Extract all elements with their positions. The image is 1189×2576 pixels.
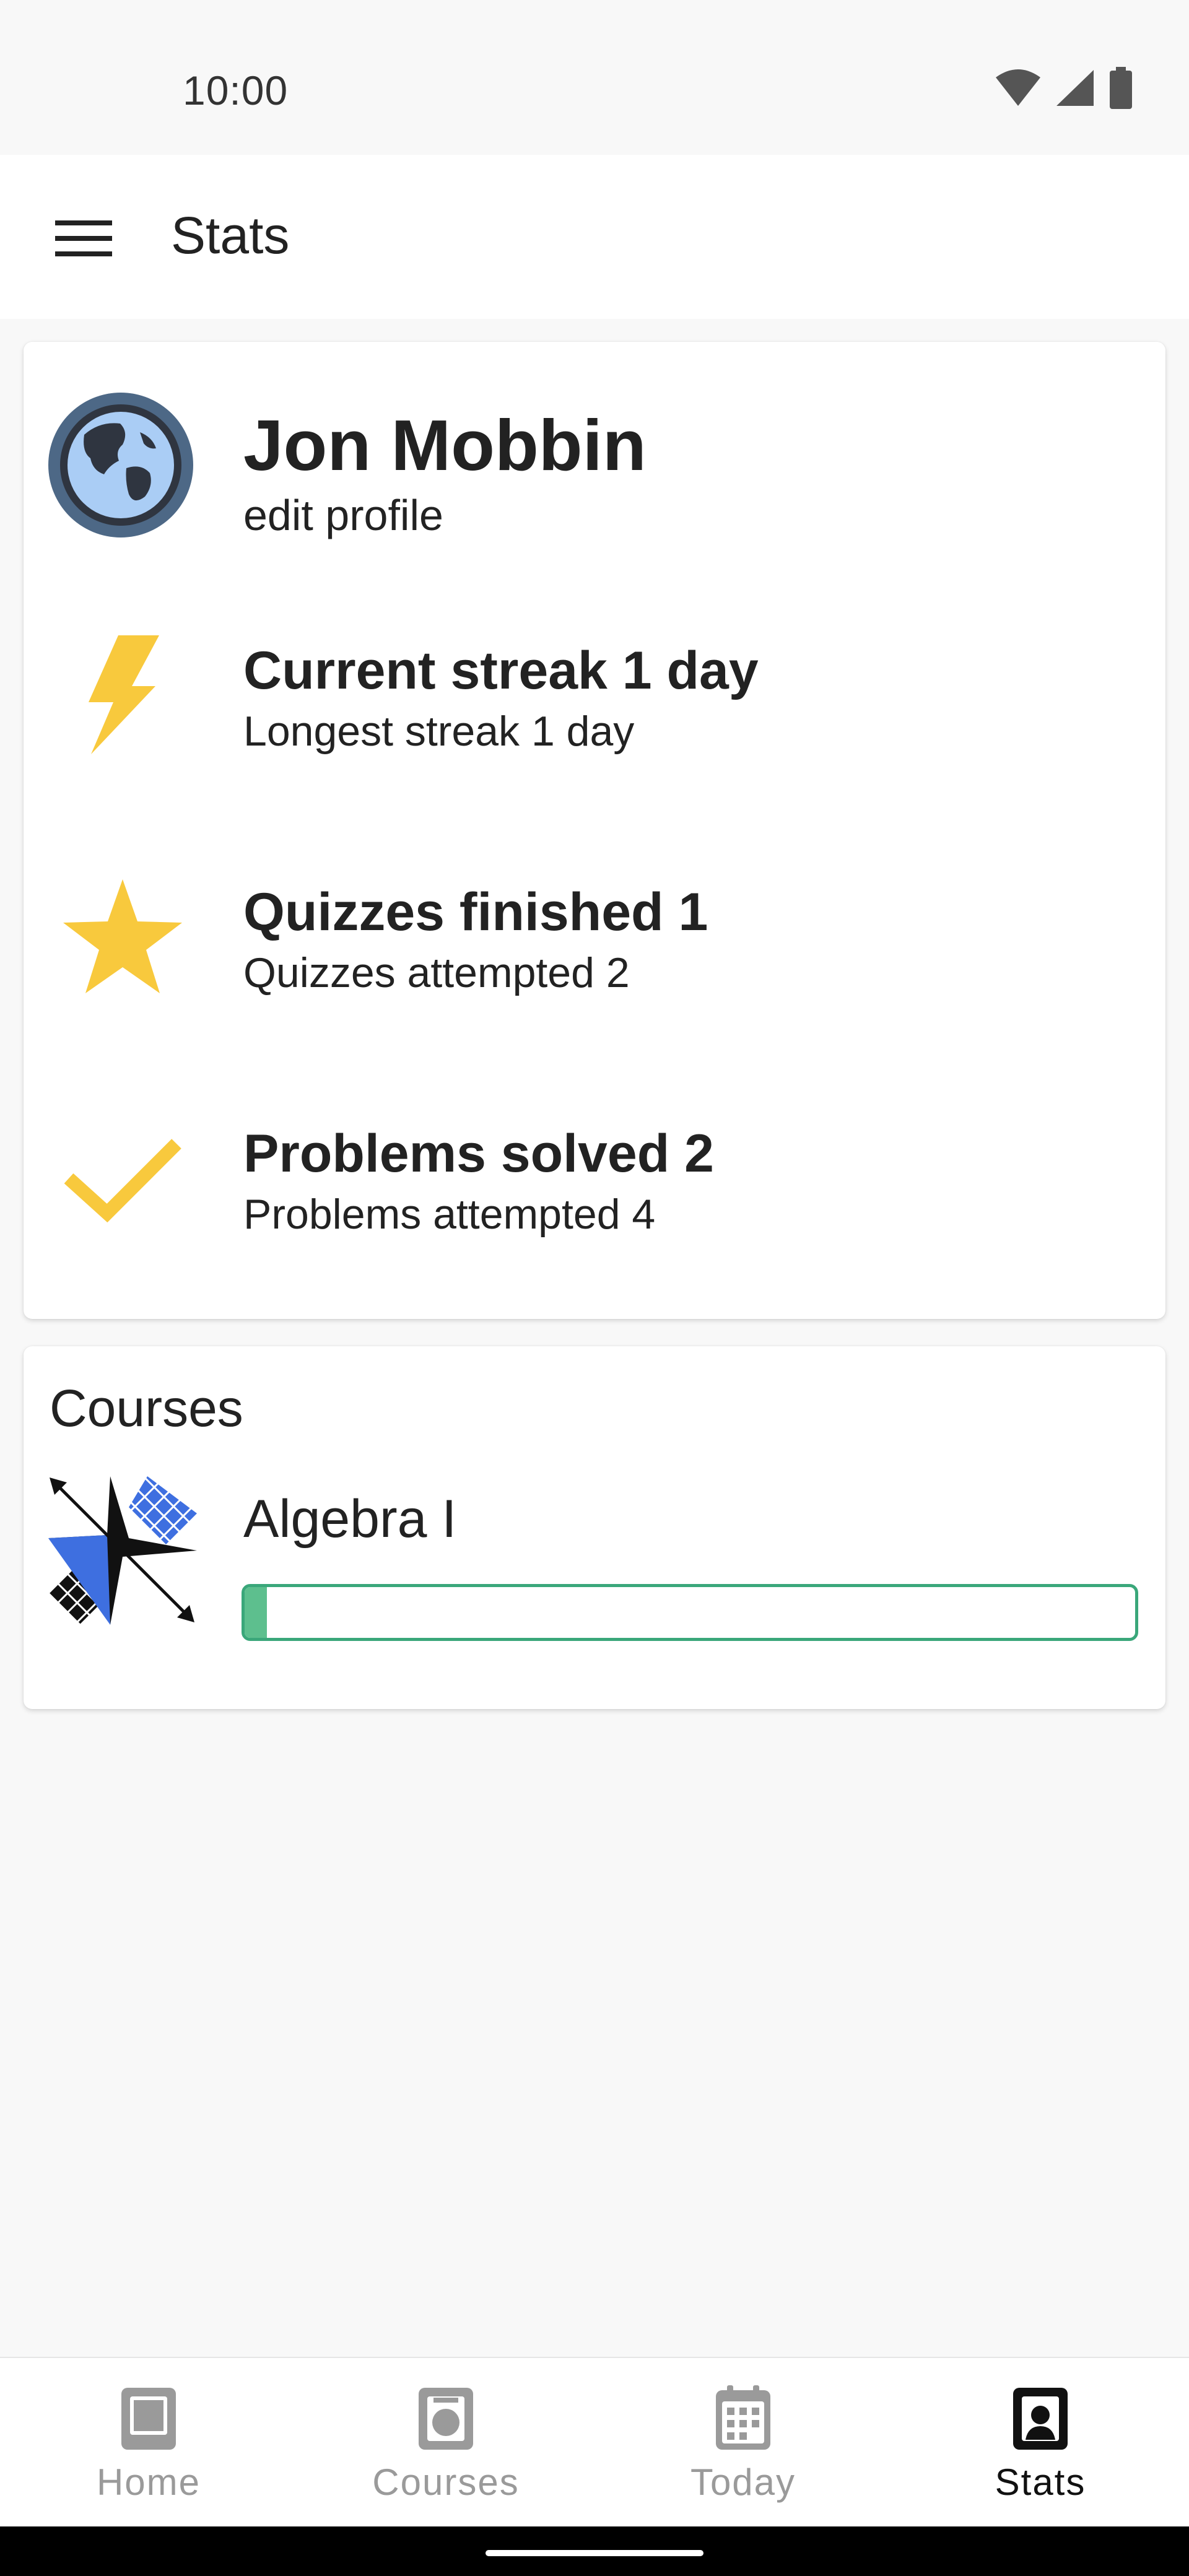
profile-card-icon: [1013, 2388, 1068, 2450]
status-time: 10:00: [183, 67, 289, 113]
status-bar: 10:00: [0, 0, 1189, 155]
tab-stats[interactable]: Stats: [892, 2358, 1189, 2526]
profile-stats-card: Jon Mobbin edit profile Current streak 1…: [24, 342, 1165, 1319]
course-progress-fill: [245, 1587, 267, 1638]
tab-courses[interactable]: Courses: [297, 2358, 594, 2526]
status-icons: [995, 67, 1133, 109]
star-icon: [54, 868, 191, 1004]
courses-card: Courses Algebra I: [24, 1346, 1165, 1709]
quizzes-stat-row: Quizzes finished 1 Quizzes attempted 2: [24, 868, 1165, 1023]
quizzes-attempted: Quizzes attempted 2: [243, 949, 630, 996]
tab-stats-label: Stats: [995, 2461, 1086, 2503]
calendar-tab-icon: [716, 2385, 770, 2450]
longest-streak: Longest streak 1 day: [243, 708, 635, 755]
course-progress-bar: [242, 1584, 1138, 1641]
page-title: Stats: [171, 206, 290, 264]
bottom-navigation: Home Courses Today Stats: [0, 2357, 1189, 2526]
course-item-algebra-i[interactable]: Algebra I: [24, 1476, 1165, 1641]
home-tab-icon: [121, 2388, 176, 2450]
menu-button[interactable]: [46, 201, 121, 276]
algebra-course-icon: [48, 1476, 197, 1625]
problems-stat-row: Problems solved 2 Problems attempted 4: [24, 1110, 1165, 1264]
streak-stat-row: Current streak 1 day Longest streak 1 da…: [24, 627, 1165, 781]
globe-avatar-icon: [47, 391, 194, 539]
profile-row[interactable]: Jon Mobbin edit profile: [24, 391, 1165, 546]
tab-home-label: Home: [96, 2461, 201, 2503]
quizzes-finished: Quizzes finished 1: [243, 882, 708, 942]
current-streak: Current streak 1 day: [243, 641, 759, 700]
tab-home[interactable]: Home: [0, 2358, 297, 2526]
gesture-handle[interactable]: [486, 2550, 703, 2556]
courses-heading: Courses: [50, 1379, 243, 1437]
profile-name: Jon Mobbin: [243, 405, 647, 485]
problems-solved: Problems solved 2: [243, 1124, 714, 1183]
app-bar: Stats: [0, 155, 1189, 319]
problems-attempted: Problems attempted 4: [243, 1191, 656, 1238]
tab-today-label: Today: [690, 2461, 796, 2503]
checkmark-icon: [54, 1110, 191, 1246]
cellular-signal-icon: [1056, 70, 1094, 106]
edit-profile-link[interactable]: edit profile: [243, 490, 443, 540]
course-name: Algebra I: [243, 1489, 457, 1549]
battery-icon: [1110, 67, 1132, 109]
lightning-bolt-icon: [54, 627, 191, 763]
stats-screen: 10:00 Stats Jon Mobbin edit profile Curr…: [0, 0, 1189, 2576]
system-gesture-bar: [0, 2526, 1189, 2576]
hamburger-menu-icon: [55, 220, 112, 256]
courses-tab-icon: [419, 2388, 473, 2450]
wifi-icon: [996, 69, 1040, 106]
tab-courses-label: Courses: [372, 2461, 520, 2503]
tab-today[interactable]: Today: [594, 2358, 892, 2526]
